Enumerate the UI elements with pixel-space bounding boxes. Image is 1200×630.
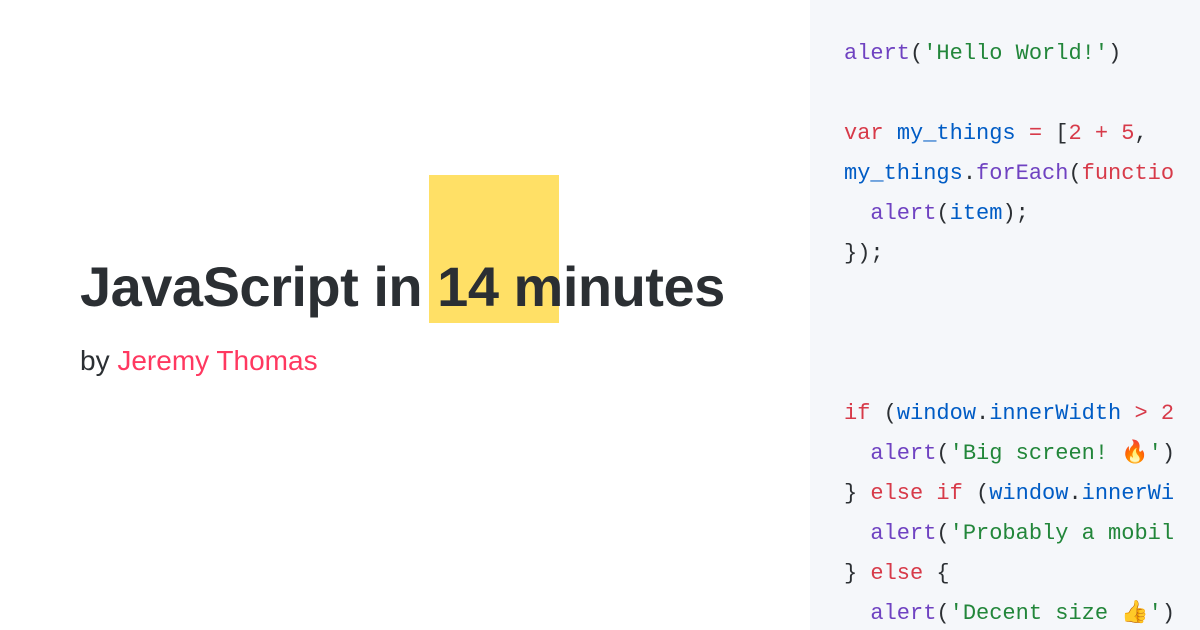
code-token-str: 'Big screen! 🔥' bbox=[950, 441, 1162, 466]
code-token-fn: forEach bbox=[976, 161, 1068, 186]
code-token-id: window bbox=[897, 401, 976, 426]
code-token-p: { bbox=[923, 561, 949, 586]
code-token-p bbox=[884, 121, 897, 146]
code-token-p: ( bbox=[1068, 161, 1081, 186]
code-token-p bbox=[844, 601, 870, 626]
code-token-num: 5 bbox=[1121, 121, 1134, 146]
code-token-num: 2 bbox=[1161, 401, 1174, 426]
code-token-p: ); bbox=[1002, 201, 1028, 226]
code-token-id: item bbox=[950, 201, 1003, 226]
author-link[interactable]: Jeremy Thomas bbox=[117, 345, 317, 376]
code-token-str: 'Hello World!' bbox=[923, 41, 1108, 66]
code-token-fn: alert bbox=[870, 601, 936, 626]
byline: by Jeremy Thomas bbox=[80, 345, 790, 377]
code-token-p: ( bbox=[936, 441, 949, 466]
code-token-kw: > bbox=[1134, 401, 1147, 426]
code-token-p: ) bbox=[1108, 41, 1121, 66]
code-token-p: . bbox=[1068, 481, 1081, 506]
code-token-p bbox=[1148, 401, 1161, 426]
code-token-id: my_things bbox=[844, 161, 963, 186]
code-token-kw: else bbox=[870, 481, 923, 506]
code-preview: alert('Hello World!') var my_things = [2… bbox=[810, 0, 1200, 630]
code-token-p bbox=[844, 441, 870, 466]
title-before: JavaScript in bbox=[80, 255, 437, 318]
code-token-id: innerWi bbox=[1082, 481, 1174, 506]
code-token-fn: alert bbox=[870, 201, 936, 226]
code-token-p bbox=[844, 201, 870, 226]
code-token-kw: = bbox=[1029, 121, 1042, 146]
code-token-p: ) bbox=[1162, 441, 1175, 466]
code-token-id: window bbox=[989, 481, 1068, 506]
code-token-kw: if bbox=[936, 481, 962, 506]
code-token-kw: else bbox=[870, 561, 923, 586]
code-token-str: 'Probably a mobil bbox=[950, 521, 1174, 546]
code-token-p: ( bbox=[936, 601, 949, 626]
code-token-p: }); bbox=[844, 241, 884, 266]
code-token-p: . bbox=[976, 401, 989, 426]
code-token-kw: + bbox=[1095, 121, 1108, 146]
code-token-str: 'Decent size 👍' bbox=[950, 601, 1162, 626]
code-token-p: ( bbox=[910, 41, 923, 66]
code-token-fn: alert bbox=[870, 521, 936, 546]
code-token-p: } bbox=[844, 561, 870, 586]
code-token-p: . bbox=[963, 161, 976, 186]
hero-panel: JavaScript in 14 minutes by Jeremy Thoma… bbox=[0, 0, 810, 630]
code-token-p: [ bbox=[1042, 121, 1068, 146]
code-token-p: ( bbox=[870, 401, 896, 426]
code-token-id: innerWidth bbox=[989, 401, 1121, 426]
page-title: JavaScript in 14 minutes bbox=[80, 253, 790, 320]
code-token-id: my_things bbox=[897, 121, 1016, 146]
title-highlight: 14 bbox=[437, 253, 498, 320]
code-token-p bbox=[1121, 401, 1134, 426]
code-token-p bbox=[1108, 121, 1121, 146]
code-token-p bbox=[844, 521, 870, 546]
code-token-num: 2 bbox=[1068, 121, 1081, 146]
code-token-fn: alert bbox=[870, 441, 936, 466]
code-token-p bbox=[1016, 121, 1029, 146]
code-token-fn: alert bbox=[844, 41, 910, 66]
code-token-p: , bbox=[1134, 121, 1160, 146]
code-token-kw: functio bbox=[1082, 161, 1174, 186]
title-number: 14 bbox=[437, 255, 498, 318]
code-token-p: ) bbox=[1162, 601, 1175, 626]
code-token-p: } bbox=[844, 481, 870, 506]
code-token-p: ( bbox=[963, 481, 989, 506]
code-token-p: ( bbox=[936, 201, 949, 226]
code-token-kw: if bbox=[844, 401, 870, 426]
byline-prefix: by bbox=[80, 345, 117, 376]
code-token-p bbox=[923, 481, 936, 506]
code-token-p: ( bbox=[936, 521, 949, 546]
code-token-p bbox=[1082, 121, 1095, 146]
code-token-kw: var bbox=[844, 121, 884, 146]
title-after: minutes bbox=[498, 255, 724, 318]
